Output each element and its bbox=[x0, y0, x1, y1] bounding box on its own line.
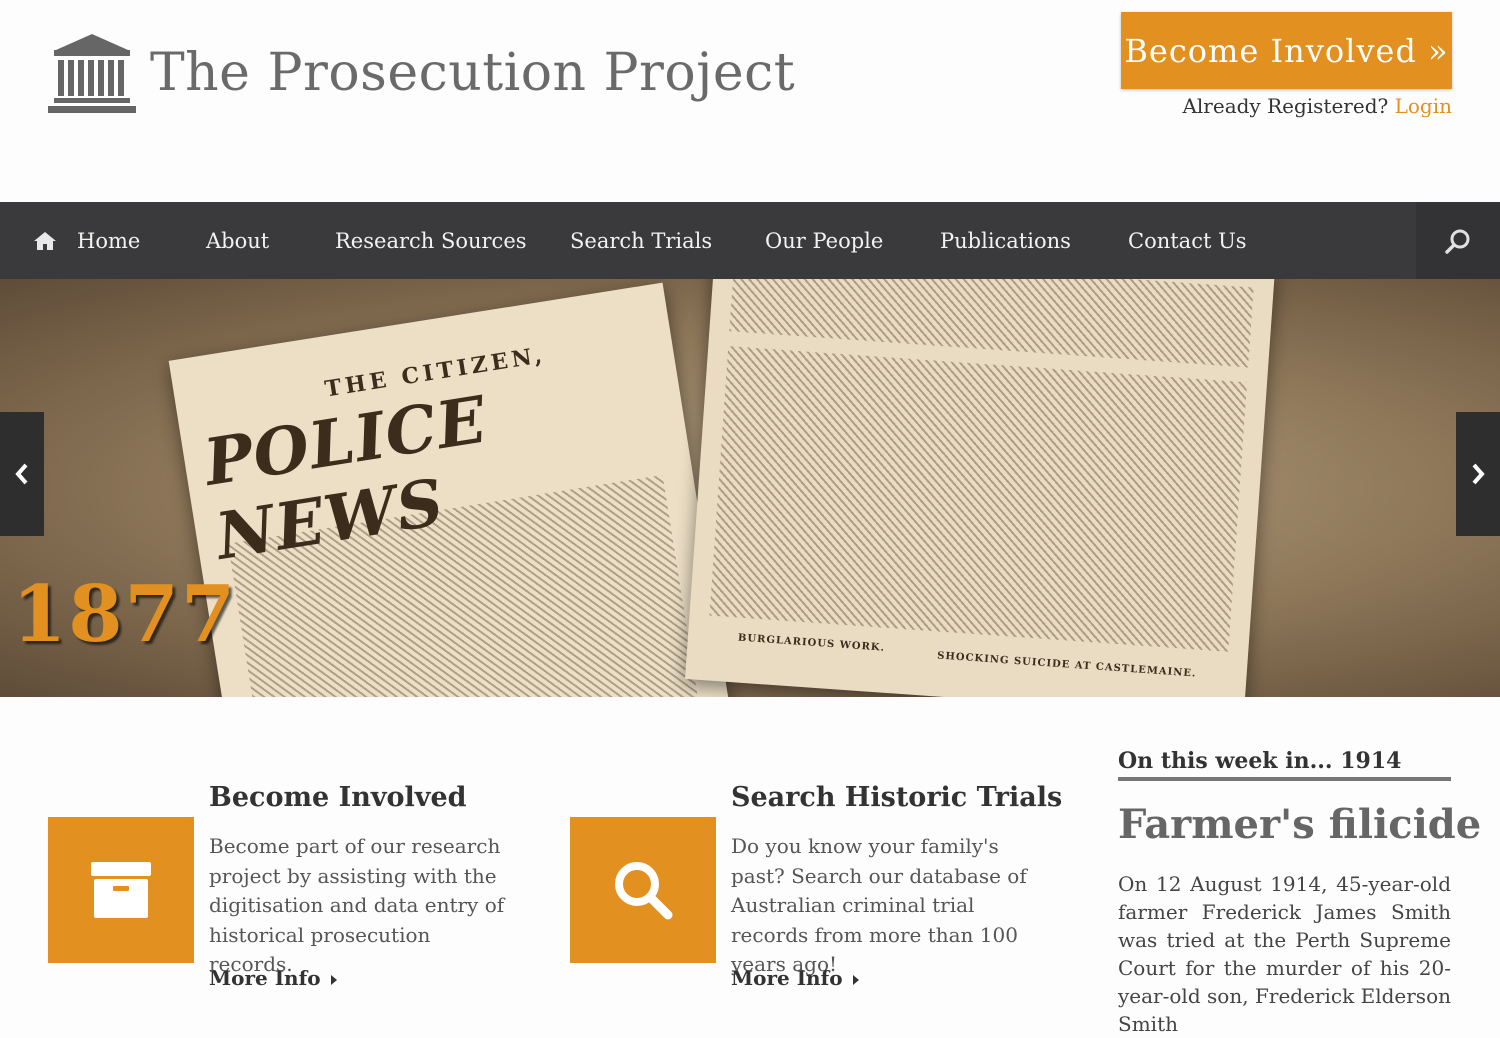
login-prompt: Already Registered? Login bbox=[1182, 94, 1452, 118]
caret-right-icon bbox=[330, 974, 337, 985]
nav-search-button[interactable] bbox=[1416, 202, 1500, 279]
feature-title[interactable]: Search Historic Trials bbox=[731, 782, 1062, 813]
nav-item-our-people[interactable]: Our People bbox=[765, 202, 883, 279]
search-icon bbox=[1445, 229, 1470, 254]
on-this-week-panel: On this week in... 1914 Farmer's filicid… bbox=[1118, 748, 1481, 1038]
courthouse-icon bbox=[48, 34, 136, 113]
feature-icon-tile[interactable] bbox=[570, 817, 716, 963]
illustration-caption-right: SHOCKING SUICIDE AT CASTLEMAINE. bbox=[936, 650, 1197, 680]
engraving-illustration-main bbox=[709, 346, 1248, 652]
more-info-label: More Info bbox=[731, 966, 843, 990]
nav-item-home[interactable]: Home bbox=[34, 202, 140, 279]
home-icon bbox=[34, 231, 56, 250]
site-title: The Prosecution Project bbox=[150, 43, 796, 103]
nav-item-search-trials[interactable]: Search Trials bbox=[570, 202, 712, 279]
chevron-right-icon bbox=[1472, 463, 1485, 485]
hero-slider: THE CITIZEN, POLICE NEWS BURGLARIOUS WOR… bbox=[0, 279, 1500, 697]
more-info-link[interactable]: More Info bbox=[731, 966, 859, 990]
slider-next-button[interactable] bbox=[1456, 412, 1500, 536]
already-registered-text: Already Registered? bbox=[1182, 94, 1389, 118]
feature-title[interactable]: Become Involved bbox=[209, 782, 467, 813]
newspaper-image-left: THE CITIZEN, POLICE NEWS bbox=[168, 282, 732, 697]
main-nav: Home About Research Sources Search Trial… bbox=[0, 202, 1500, 279]
archive-box-icon bbox=[91, 862, 151, 918]
more-info-label: More Info bbox=[209, 966, 321, 990]
story-text: On 12 August 1914, 45-year-old farmer Fr… bbox=[1118, 872, 1451, 1036]
illustration-caption-left: BURGLARIOUS WORK. bbox=[737, 632, 886, 654]
nav-item-publications[interactable]: Publications bbox=[940, 202, 1071, 279]
nav-item-contact-us[interactable]: Contact Us bbox=[1128, 202, 1247, 279]
feature-description: Become part of our research project by a… bbox=[209, 834, 505, 976]
on-this-week-heading: On this week in... 1914 bbox=[1118, 748, 1451, 781]
login-link[interactable]: Login bbox=[1395, 94, 1452, 118]
nav-item-research-sources[interactable]: Research Sources bbox=[335, 202, 527, 279]
nav-item-about[interactable]: About bbox=[206, 202, 269, 279]
search-icon bbox=[615, 862, 673, 920]
feature-icon-tile[interactable] bbox=[48, 817, 194, 963]
slider-prev-button[interactable] bbox=[0, 412, 44, 536]
chevron-left-icon bbox=[15, 463, 28, 485]
become-involved-button[interactable]: Become Involved » bbox=[1121, 12, 1452, 89]
story-title[interactable]: Farmer's filicide bbox=[1118, 801, 1481, 848]
hero-year: 1877 bbox=[12, 569, 238, 660]
newspaper-image-right: BURGLARIOUS WORK. SHOCKING SUICIDE AT CA… bbox=[684, 279, 1276, 697]
feature-description: Do you know your family's past? Search o… bbox=[731, 834, 1027, 976]
caret-right-icon bbox=[852, 974, 859, 985]
site-logo[interactable]: The Prosecution Project bbox=[48, 32, 795, 114]
nav-label-home: Home bbox=[77, 228, 141, 253]
more-info-link[interactable]: More Info bbox=[209, 966, 337, 990]
